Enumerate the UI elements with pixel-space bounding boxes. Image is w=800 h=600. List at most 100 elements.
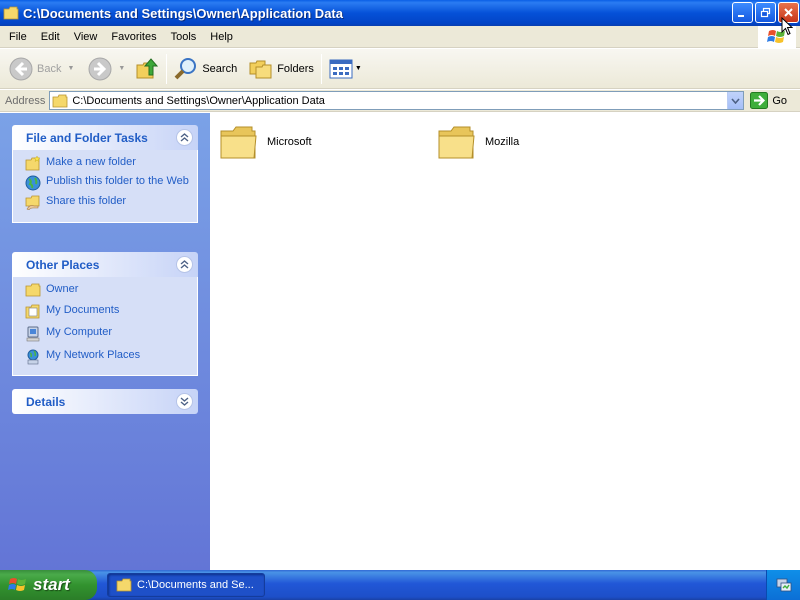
network-places-icon <box>27 349 39 365</box>
folder-label: Mozilla <box>485 136 520 148</box>
file-folder-tasks-body: Make a new folder Publish this folder to… <box>12 150 198 223</box>
globe-icon <box>25 175 41 191</box>
place-owner[interactable]: Owner <box>25 283 197 297</box>
chevron-down-icon <box>180 397 189 406</box>
folder-item-mozilla[interactable]: Mozilla <box>437 123 519 161</box>
task-publish-to-web[interactable]: Publish this folder to the Web <box>25 175 197 191</box>
search-button[interactable]: Search <box>171 53 240 85</box>
task-label: Publish this folder to the Web <box>46 175 189 187</box>
place-label: My Computer <box>46 326 113 338</box>
go-arrow-icon <box>750 92 769 109</box>
mouse-cursor-icon <box>781 17 793 36</box>
address-label: Address <box>5 94 46 107</box>
new-folder-icon <box>25 156 41 171</box>
panel-title: Other Places <box>26 257 100 272</box>
network-tray-icon[interactable] <box>776 577 792 593</box>
toolbar-separator <box>320 53 322 84</box>
start-label: start <box>33 575 70 594</box>
taskbar-window-label: C:\Documents and Se... <box>137 579 254 591</box>
folder-label: Microsoft <box>267 136 312 148</box>
place-label: Owner <box>46 283 79 295</box>
menu-edit[interactable]: Edit <box>34 31 67 43</box>
place-my-documents[interactable]: My Documents <box>25 304 197 319</box>
other-places-header[interactable]: Other Places <box>12 252 198 277</box>
forward-arrow-icon <box>88 57 112 80</box>
menu-view[interactable]: View <box>67 31 105 43</box>
task-label: Share this folder <box>46 195 127 207</box>
views-dropdown-icon[interactable]: ▼ <box>355 65 362 72</box>
back-dropdown-icon[interactable]: ▼ <box>67 65 74 72</box>
folder-icon <box>438 126 475 159</box>
menu-file[interactable]: File <box>2 31 34 43</box>
chevron-up-icon <box>180 133 189 142</box>
go-label: Go <box>772 94 788 107</box>
chevron-up-icon <box>180 260 189 269</box>
place-label: My Documents <box>46 304 120 316</box>
folder-item-microsoft[interactable]: Microsoft <box>219 123 312 161</box>
task-make-new-folder[interactable]: Make a new folder <box>25 156 197 171</box>
back-button[interactable]: Back ▼ <box>6 53 77 85</box>
restore-button[interactable] <box>755 2 776 23</box>
taskbar-window-button[interactable]: C:\Documents and Se... <box>107 573 265 597</box>
back-arrow-icon <box>9 57 33 80</box>
folders-label: Folders <box>277 62 314 75</box>
task-share-folder[interactable]: Share this folder <box>25 195 197 210</box>
search-label: Search <box>202 62 238 75</box>
other-places-body: Owner My Documents My Computer My Networ… <box>12 277 198 376</box>
toolbar-separator <box>166 53 168 84</box>
other-places-panel: Other Places Owner My Documents My Compu… <box>12 252 198 376</box>
place-my-network-places[interactable]: My Network Places <box>25 349 197 365</box>
my-computer-icon <box>26 326 40 342</box>
expand-icon[interactable] <box>176 393 193 410</box>
folder-icon <box>52 94 68 107</box>
menu-tools[interactable]: Tools <box>164 31 204 43</box>
panel-title: Details <box>26 394 66 409</box>
up-folder-icon <box>136 57 159 78</box>
share-folder-icon <box>25 195 40 210</box>
panel-title: File and Folder Tasks <box>26 130 148 145</box>
folders-icon <box>249 60 272 78</box>
back-label: Back <box>37 62 62 75</box>
folder-icon <box>116 578 132 592</box>
address-value: C:\Documents and Settings\Owner\Applicat… <box>72 94 325 107</box>
search-icon <box>174 57 197 79</box>
forward-button[interactable]: ▼ <box>85 53 128 85</box>
details-panel: Details <box>12 389 198 414</box>
views-button[interactable]: ▼ <box>326 53 365 85</box>
minimize-icon <box>738 15 744 17</box>
taskbar: start C:\Documents and Se... <box>0 570 800 600</box>
menu-bar: File Edit View Favorites Tools Help <box>0 26 800 48</box>
menu-favorites[interactable]: Favorites <box>104 31 163 43</box>
folder-icon <box>220 126 257 159</box>
minimize-button[interactable] <box>732 2 753 23</box>
views-icon <box>329 59 353 78</box>
place-my-computer[interactable]: My Computer <box>25 326 197 342</box>
file-list-view[interactable]: Microsoft Mozilla <box>210 113 800 570</box>
title-bar[interactable]: C:\Documents and Settings\Owner\Applicat… <box>0 0 800 26</box>
address-bar: Address C:\Documents and Settings\Owner\… <box>0 90 800 112</box>
restore-icon <box>760 7 771 18</box>
forward-dropdown-icon[interactable]: ▼ <box>118 65 125 72</box>
folder-icon <box>25 283 41 297</box>
address-input[interactable]: C:\Documents and Settings\Owner\Applicat… <box>49 91 745 110</box>
address-dropdown-button[interactable] <box>727 92 744 109</box>
task-label: Make a new folder <box>46 156 136 168</box>
folders-button[interactable]: Folders <box>246 53 317 85</box>
system-tray <box>766 570 800 600</box>
my-documents-icon <box>25 304 40 319</box>
start-button[interactable]: start <box>0 570 97 600</box>
go-button[interactable]: Go <box>750 92 787 109</box>
collapse-icon[interactable] <box>176 129 193 146</box>
details-header[interactable]: Details <box>12 389 198 414</box>
file-folder-tasks-header[interactable]: File and Folder Tasks <box>12 125 198 150</box>
toolbar: Back ▼ ▼ Search Folders ▼ <box>0 49 800 89</box>
place-label: My Network Places <box>46 349 141 361</box>
task-pane: File and Folder Tasks Make a new folder <box>0 113 210 570</box>
up-folder-button[interactable] <box>132 53 162 85</box>
folder-icon <box>3 6 19 20</box>
file-folder-tasks-panel: File and Folder Tasks Make a new folder <box>12 125 198 223</box>
windows-flag-icon <box>8 578 26 591</box>
window-title: C:\Documents and Settings\Owner\Applicat… <box>23 5 343 21</box>
collapse-icon[interactable] <box>176 256 193 273</box>
menu-help[interactable]: Help <box>203 31 240 43</box>
